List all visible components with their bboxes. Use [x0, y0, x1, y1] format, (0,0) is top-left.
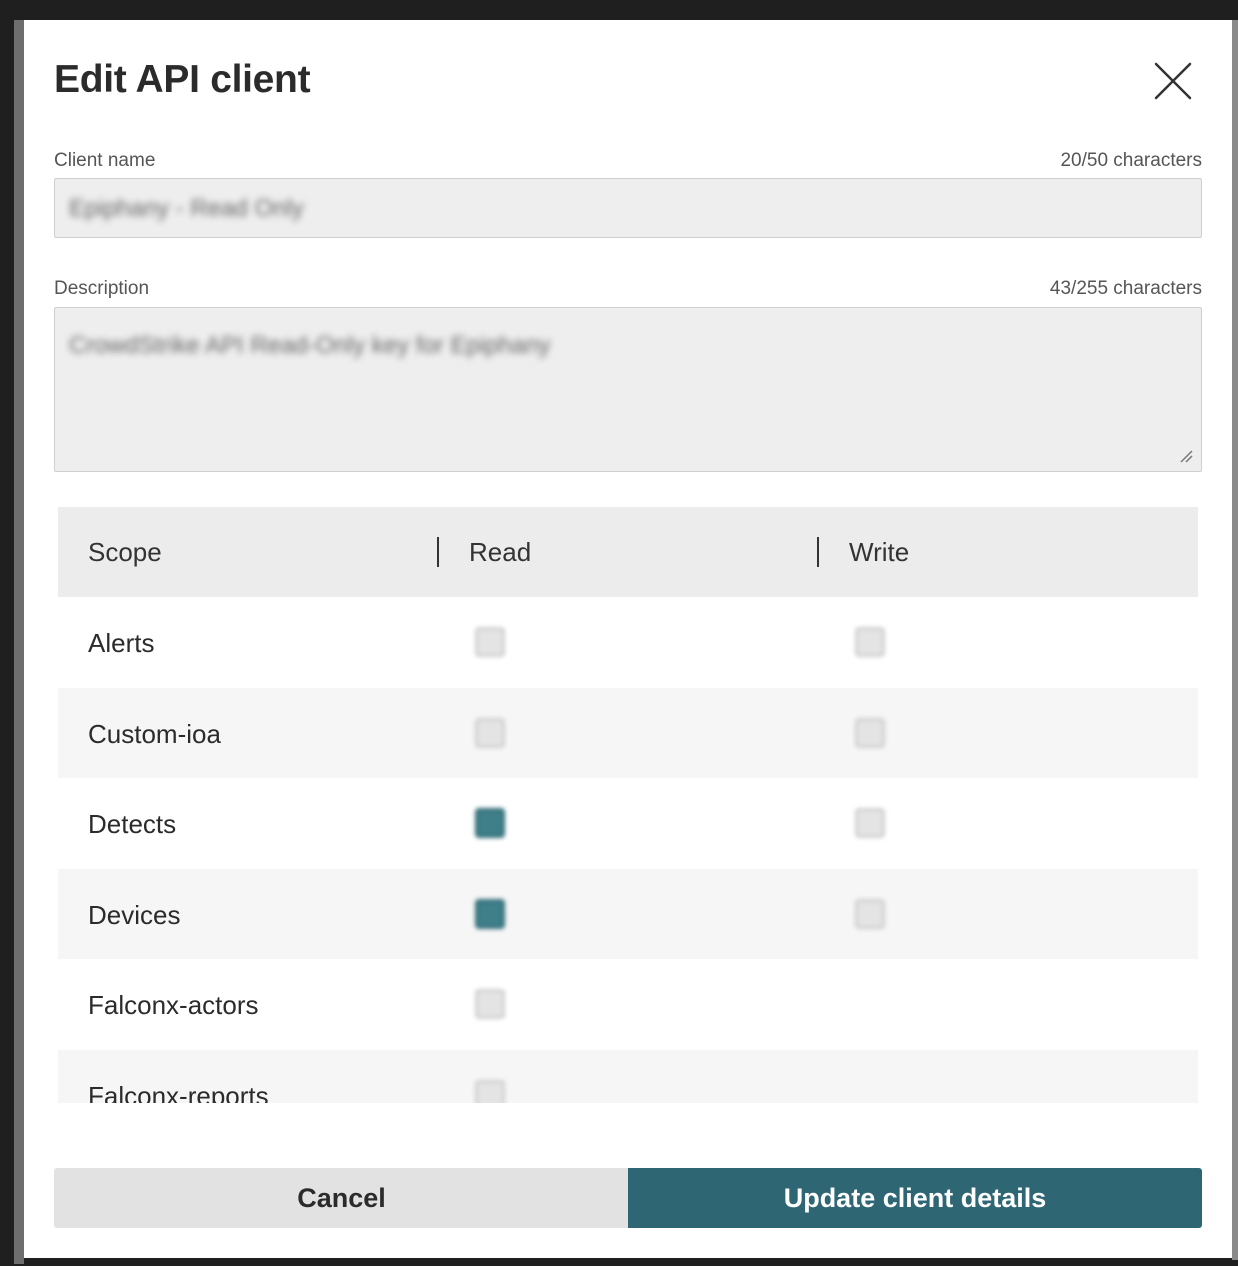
- scope-table-body: Alerts Custom-ioa Detects Devices Falconx-ac…: [58, 597, 1198, 1103]
- scope-name: Alerts: [88, 628, 155, 658]
- column-divider: [437, 537, 439, 567]
- scope-row-devices: Devices: [58, 868, 1198, 959]
- scope-row-custom-ioa: Custom-ioa: [58, 687, 1198, 778]
- scope-column-header: Scope: [88, 537, 162, 567]
- scope-row-alerts: Alerts: [58, 597, 1198, 688]
- write-checkbox[interactable]: [855, 808, 885, 838]
- close-button[interactable]: [1152, 60, 1194, 102]
- write-checkbox[interactable]: [855, 898, 885, 929]
- read-checkbox[interactable]: [475, 1079, 505, 1103]
- description-char-count: 43/255 characters: [1049, 278, 1202, 299]
- write-checkbox[interactable]: [855, 627, 885, 657]
- read-checkbox[interactable]: [475, 627, 505, 657]
- scope-row-falconx-reports: Falconx-reports: [58, 1049, 1198, 1104]
- update-client-details-button[interactable]: Update client details: [628, 1168, 1202, 1228]
- client-name-char-count: 20/50 characters: [1060, 150, 1202, 171]
- read-column-header: Read: [469, 537, 532, 567]
- resize-handle-icon[interactable]: [1179, 449, 1193, 463]
- read-checkbox[interactable]: [475, 808, 505, 838]
- scope-name: Detects: [88, 809, 177, 839]
- scope-table-header: Scope Read Write: [58, 507, 1198, 597]
- scope-name: Falconx-actors: [88, 990, 259, 1020]
- description-label: Description: [54, 278, 150, 299]
- read-checkbox[interactable]: [475, 898, 505, 929]
- client-name-label: Client name: [54, 150, 156, 171]
- write-column-header: Write: [849, 537, 910, 567]
- description-textarea[interactable]: CrowdStrike API Read-Only key for Epipha…: [54, 307, 1202, 472]
- description-value: CrowdStrike API Read-Only key for Epipha…: [69, 332, 551, 359]
- cancel-button[interactable]: Cancel: [54, 1168, 629, 1228]
- scope-row-falconx-actors: Falconx-actors: [58, 959, 1198, 1050]
- dialog-title: Edit API client: [54, 58, 311, 101]
- scope-name: Devices: [88, 899, 181, 930]
- backdrop-right-edge: [1232, 20, 1238, 1260]
- client-name-input[interactable]: Epiphany - Read Only: [54, 178, 1202, 238]
- scope-name: Custom-ioa: [88, 718, 221, 749]
- edit-api-client-dialog: Edit API client Client name 20/50 charac…: [24, 20, 1232, 1258]
- scope-row-detects: Detects: [58, 778, 1198, 869]
- write-checkbox[interactable]: [855, 717, 885, 748]
- client-name-value: Epiphany - Read Only: [69, 195, 304, 222]
- close-x-icon: [1154, 62, 1192, 100]
- read-checkbox[interactable]: [475, 989, 505, 1019]
- backdrop-left-edge: [14, 20, 24, 1264]
- scope-table: Scope Read Write Alerts Custom-ioa Detects…: [58, 507, 1198, 1103]
- column-divider: [817, 537, 819, 567]
- scope-name: Falconx-reports: [88, 1080, 269, 1104]
- read-checkbox[interactable]: [475, 717, 505, 748]
